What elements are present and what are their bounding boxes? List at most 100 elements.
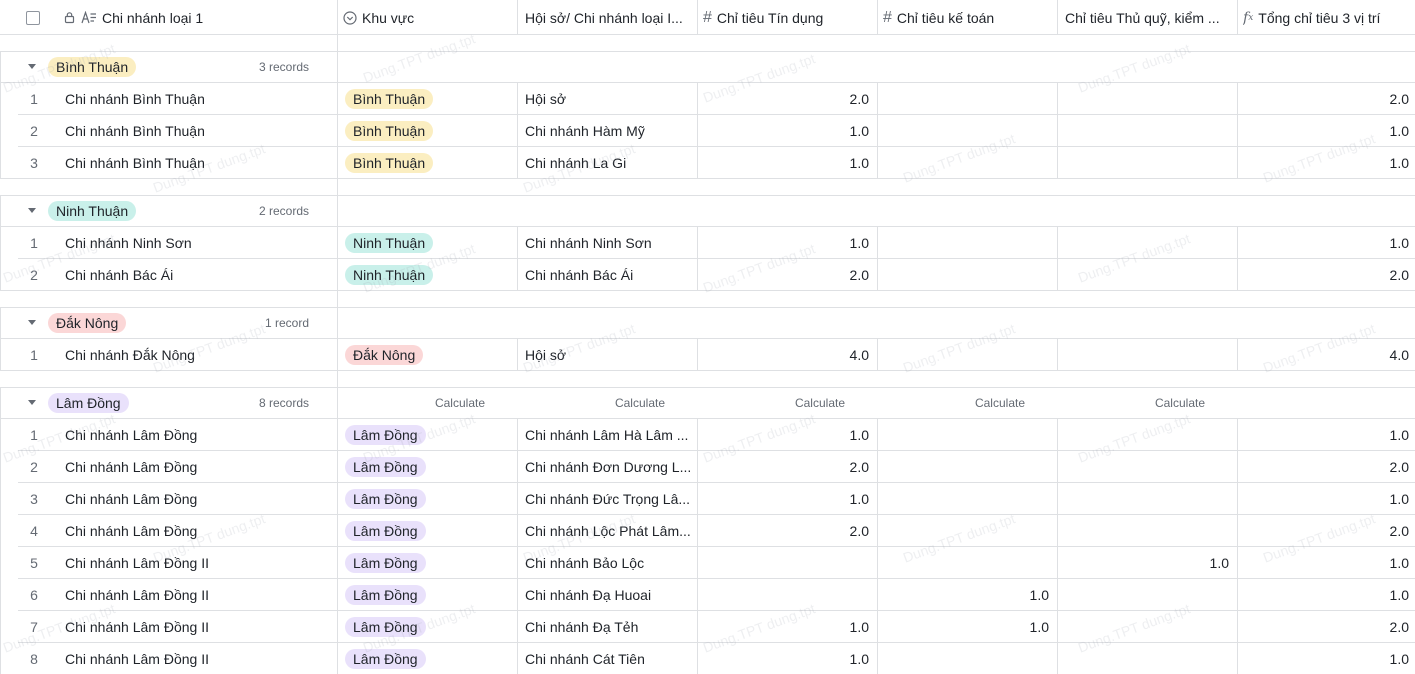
cell-region[interactable]: Lâm Đồng	[345, 419, 513, 450]
cell-total[interactable]: 1.0	[1237, 419, 1409, 450]
cell-cashier[interactable]	[1057, 579, 1229, 610]
cell-credit[interactable]: 2.0	[697, 515, 869, 546]
collapse-caret-icon[interactable]	[28, 64, 36, 69]
cell-total[interactable]: 1.0	[1237, 483, 1409, 514]
column-header-accounting[interactable]: # Chỉ tiêu kế toán	[883, 0, 1053, 35]
cell-accounting[interactable]	[877, 115, 1049, 146]
cell-cashier[interactable]	[1057, 115, 1229, 146]
cell-branch-name[interactable]: Chi nhánh Đắk Nông	[65, 339, 333, 370]
cell-hq[interactable]: Chi nhánh Cát Tiên	[525, 643, 693, 674]
cell-credit[interactable]: 2.0	[697, 259, 869, 290]
cell-cashier[interactable]	[1057, 339, 1229, 370]
cell-cashier[interactable]	[1057, 643, 1229, 674]
cell-accounting[interactable]	[877, 83, 1049, 114]
cell-credit[interactable]: 2.0	[697, 451, 869, 482]
table-row[interactable]: 1 Chi nhánh Lâm Đồng Lâm Đồng Chi nhánh Lâm…	[0, 419, 1415, 451]
calculate-button[interactable]: Calculate	[697, 388, 845, 419]
table-row[interactable]: 3 Chi nhánh Lâm Đồng Lâm Đồng Chi nhánh Đức…	[0, 483, 1415, 515]
calculate-button[interactable]: Calculate	[1057, 388, 1205, 419]
cell-total[interactable]: 4.0	[1237, 339, 1409, 370]
cell-cashier[interactable]	[1057, 147, 1229, 178]
cell-cashier[interactable]	[1057, 259, 1229, 290]
cell-credit[interactable]: 1.0	[697, 611, 869, 642]
column-divider[interactable]	[337, 0, 338, 35]
group-header[interactable]: Lâm Đồng 8 records Calculate Calculate Calcu…	[0, 387, 1415, 419]
cell-hq[interactable]: Chi nhánh Lộc Phát Lâm...	[525, 515, 693, 546]
checkbox-icon[interactable]	[26, 10, 40, 25]
cell-total[interactable]: 2.0	[1237, 451, 1409, 482]
cell-cashier[interactable]	[1057, 611, 1229, 642]
cell-region[interactable]: Lâm Đồng	[345, 579, 513, 610]
cell-accounting[interactable]: 1.0	[877, 611, 1049, 642]
cell-accounting[interactable]	[877, 419, 1049, 450]
table-row[interactable]: 3 Chi nhánh Bình Thuận Bình Thuận Chi nhánh…	[0, 147, 1415, 179]
cell-region[interactable]: Bình Thuận	[345, 115, 513, 146]
cell-credit[interactable]: 1.0	[697, 419, 869, 450]
cell-hq[interactable]: Chi nhánh La Gi	[525, 147, 693, 178]
cell-accounting[interactable]	[877, 339, 1049, 370]
table-row[interactable]: 5 Chi nhánh Lâm Đồng II Lâm Đồng Chi nhánh …	[0, 547, 1415, 579]
cell-hq[interactable]: Chi nhánh Đạ Tẻh	[525, 611, 693, 642]
cell-region[interactable]: Đắk Nông	[345, 339, 513, 370]
cell-branch-name[interactable]: Chi nhánh Bình Thuận	[65, 83, 333, 114]
cell-credit[interactable]: 1.0	[697, 115, 869, 146]
cell-branch-name[interactable]: Chi nhánh Ninh Sơn	[65, 227, 333, 258]
cell-branch-name[interactable]: Chi nhánh Lâm Đồng	[65, 451, 333, 482]
calculate-button[interactable]: Calculate	[337, 388, 485, 419]
cell-hq[interactable]: Chi nhánh Hàm Mỹ	[525, 115, 693, 146]
cell-credit[interactable]	[697, 579, 869, 610]
cell-branch-name[interactable]: Chi nhánh Lâm Đồng	[65, 483, 333, 514]
cell-cashier[interactable]	[1057, 419, 1229, 450]
column-divider[interactable]	[877, 0, 878, 35]
column-divider[interactable]	[1057, 0, 1058, 35]
cell-accounting[interactable]	[877, 147, 1049, 178]
cell-hq[interactable]: Hội sở	[525, 339, 693, 370]
calculate-button[interactable]: Calculate	[877, 388, 1025, 419]
cell-region[interactable]: Lâm Đồng	[345, 547, 513, 578]
table-row[interactable]: 4 Chi nhánh Lâm Đồng Lâm Đồng Chi nhánh Lộc…	[0, 515, 1415, 547]
cell-total[interactable]: 1.0	[1237, 147, 1409, 178]
cell-total[interactable]: 1.0	[1237, 547, 1409, 578]
column-divider[interactable]	[1237, 0, 1238, 35]
collapse-caret-icon[interactable]	[28, 320, 36, 325]
cell-total[interactable]: 2.0	[1237, 515, 1409, 546]
cell-hq[interactable]: Hội sở	[525, 83, 693, 114]
table-row[interactable]: 6 Chi nhánh Lâm Đồng II Lâm Đồng Chi nhánh …	[0, 579, 1415, 611]
group-header[interactable]: Đắk Nông 1 record	[0, 307, 1415, 339]
table-row[interactable]: 2 Chi nhánh Lâm Đồng Lâm Đồng Chi nhánh Đơn…	[0, 451, 1415, 483]
table-row[interactable]: 1 Chi nhánh Ninh Sơn Ninh Thuận Chi nhánh N…	[0, 227, 1415, 259]
cell-branch-name[interactable]: Chi nhánh Lâm Đồng	[65, 419, 333, 450]
table-row[interactable]: 7 Chi nhánh Lâm Đồng II Lâm Đồng Chi nhánh …	[0, 611, 1415, 643]
column-header-name[interactable]: Chi nhánh loại 1	[63, 0, 335, 35]
cell-branch-name[interactable]: Chi nhánh Bình Thuận	[65, 115, 333, 146]
collapse-caret-icon[interactable]	[28, 400, 36, 405]
cell-region[interactable]: Lâm Đồng	[345, 451, 513, 482]
cell-branch-name[interactable]: Chi nhánh Bình Thuận	[65, 147, 333, 178]
cell-region[interactable]: Bình Thuận	[345, 147, 513, 178]
cell-hq[interactable]: Chi nhánh Đức Trọng Lâ...	[525, 483, 693, 514]
column-divider[interactable]	[517, 0, 518, 35]
cell-hq[interactable]: Chi nhánh Đạ Huoai	[525, 579, 693, 610]
cell-cashier[interactable]	[1057, 451, 1229, 482]
cell-accounting[interactable]	[877, 547, 1049, 578]
cell-total[interactable]: 1.0	[1237, 115, 1409, 146]
column-header-total[interactable]: fx Tổng chỉ tiêu 3 vị trí	[1243, 0, 1415, 35]
cell-cashier[interactable]: 1.0	[1057, 547, 1229, 578]
cell-region[interactable]: Ninh Thuận	[345, 259, 513, 290]
table-row[interactable]: 8 Chi nhánh Lâm Đồng II Lâm Đồng Chi nhánh …	[0, 643, 1415, 674]
column-header-cashier[interactable]: Chỉ tiêu Thủ quỹ, kiểm ...	[1065, 0, 1233, 35]
column-divider[interactable]	[697, 0, 698, 35]
select-all-checkbox[interactable]	[26, 0, 46, 35]
cell-hq[interactable]: Chi nhánh Đơn Dương L...	[525, 451, 693, 482]
collapse-caret-icon[interactable]	[28, 208, 36, 213]
cell-total[interactable]: 1.0	[1237, 227, 1409, 258]
cell-accounting[interactable]	[877, 515, 1049, 546]
cell-hq[interactable]: Chi nhánh Ninh Sơn	[525, 227, 693, 258]
cell-credit[interactable]: 1.0	[697, 643, 869, 674]
cell-branch-name[interactable]: Chi nhánh Bác Ái	[65, 259, 333, 290]
cell-branch-name[interactable]: Chi nhánh Lâm Đồng II	[65, 643, 333, 674]
cell-credit[interactable]: 1.0	[697, 147, 869, 178]
cell-accounting[interactable]: 1.0	[877, 579, 1049, 610]
cell-total[interactable]: 2.0	[1237, 83, 1409, 114]
cell-cashier[interactable]	[1057, 227, 1229, 258]
